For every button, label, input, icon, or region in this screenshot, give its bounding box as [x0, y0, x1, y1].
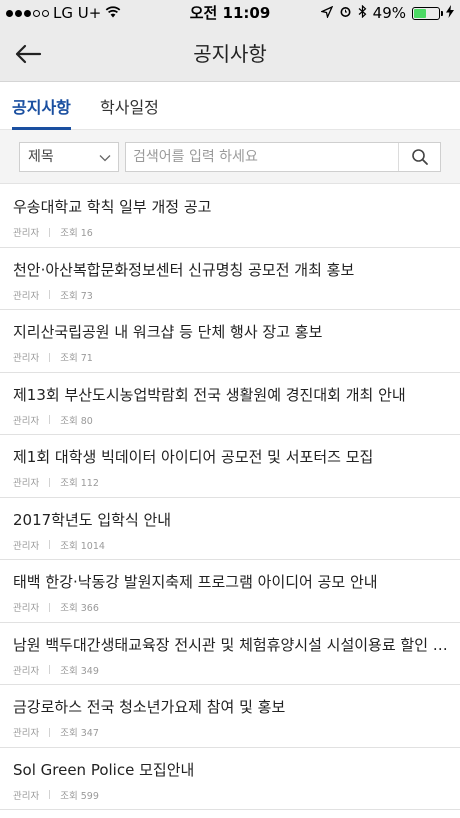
notice-title: 제1회 대학생 빅데이터 아이디어 공모전 및 서포터즈 모집: [13, 448, 374, 466]
tab-notices[interactable]: 공지사항: [12, 82, 71, 130]
notice-meta: 관리자 조회 1014: [13, 538, 105, 552]
notice-author: 관리자: [13, 415, 40, 427]
wifi-icon: [105, 4, 121, 22]
meta-divider: [49, 727, 51, 737]
back-button[interactable]: [10, 36, 46, 72]
notice-meta: 관리자 조회 71: [13, 350, 93, 364]
list-item[interactable]: 제13회 부산도시농업박람회 전국 생활원예 경진대회 개최 안내관리자 조회 8…: [0, 372, 460, 435]
status-right: 49%: [319, 0, 454, 26]
notice-meta: 관리자 조회 112: [13, 475, 99, 489]
signal-icon: [6, 9, 49, 17]
notice-views: 조회 366: [60, 603, 99, 614]
notice-title: 태백 한강·낙동강 발원지축제 프로그램 아이디어 공모 안내: [13, 573, 378, 591]
notice-author: 관리자: [13, 290, 40, 302]
notice-title: 2017학년도 입학식 안내: [13, 510, 172, 529]
search-button[interactable]: [398, 143, 440, 171]
search-icon: [411, 149, 428, 165]
tab-bar: 공지사항 학사일정: [0, 82, 460, 130]
meta-divider: [49, 290, 51, 299]
list-item[interactable]: 지리산국립공원 내 워크샵 등 단체 행사 장고 홍보관리자 조회 71: [0, 310, 460, 373]
carrier-label: LG U+: [53, 4, 102, 22]
nav-header: 공지사항: [0, 26, 460, 82]
battery-icon: [412, 6, 443, 20]
meta-divider: [49, 540, 51, 549]
notice-meta: 관리자 조회 73: [13, 288, 93, 302]
meta-divider: [49, 352, 51, 362]
arrow-left-icon: [15, 44, 42, 64]
notice-title: 남원 백두대간생태교육장 전시관 및 체험휴양시설 시설이용료 할인 …: [13, 635, 448, 654]
notice-views: 조회 599: [60, 790, 99, 802]
list-item[interactable]: 남원 백두대간생태교육장 전시관 및 체험휴양시설 시설이용료 할인 … 관리자 조…: [0, 622, 460, 685]
notice-views: 조회 16: [60, 228, 93, 239]
list-item[interactable]: 제1회 대학생 빅데이터 아이디어 공모전 및 서포터즈 모집관리자 조회 112: [0, 435, 460, 498]
search-bar: 제목: [0, 130, 460, 184]
battery-percent: 49%: [372, 4, 406, 22]
notice-author: 관리자: [13, 603, 40, 614]
bluetooth-icon: [358, 4, 367, 22]
list-item[interactable]: 금강로하스 전국 청소년가요제 참여 및 홍보관리자 조회 347: [0, 685, 460, 748]
list-item[interactable]: 천안·아산복합문화정보센터 신규명칭 공모전 개최 홍보관리자 조회 73: [0, 247, 460, 310]
notice-list: 우송대학교 학칙 일부 개정 공고관리자 조회 16 천안·아산복합문화정보센터 신…: [0, 185, 460, 810]
notice-title: Sol Green Police 모집안내: [13, 760, 195, 779]
notice-author: 관리자: [13, 540, 40, 552]
search-field: [125, 142, 441, 172]
list-item[interactable]: Sol Green Police 모집안내관리자 조회 599: [0, 747, 460, 810]
notice-author: 관리자: [13, 353, 40, 364]
list-item[interactable]: 태백 한강·낙동강 발원지축제 프로그램 아이디어 공모 안내관리자 조회 366: [0, 560, 460, 623]
notice-meta: 관리자 조회 599: [13, 788, 99, 802]
search-category-value: 제목: [28, 149, 54, 165]
charging-icon: [446, 4, 454, 22]
meta-divider: [49, 227, 51, 237]
location-icon: [319, 4, 333, 22]
notice-author: 관리자: [13, 665, 40, 677]
notice-title: 제13회 부산도시농업박람회 전국 생활원예 경진대회 개최 안내: [13, 385, 406, 404]
meta-divider: [49, 415, 51, 424]
meta-divider: [49, 477, 51, 487]
notice-meta: 관리자 조회 16: [13, 225, 93, 239]
status-bar: LG U+ 오전 11:09 49%: [0, 0, 460, 26]
notice-author: 관리자: [13, 790, 40, 802]
notice-meta: 관리자 조회 366: [13, 600, 99, 614]
notice-author: 관리자: [13, 478, 40, 489]
notice-views: 조회 1014: [60, 540, 105, 552]
notice-meta: 관리자 조회 349: [13, 663, 99, 677]
page-title: 공지사항: [193, 42, 267, 66]
meta-divider: [49, 790, 51, 799]
notice-views: 조회 71: [60, 353, 93, 364]
notice-views: 조회 73: [60, 290, 93, 302]
notice-meta: 관리자 조회 80: [13, 413, 93, 427]
meta-divider: [49, 602, 51, 612]
notice-meta: 관리자 조회 347: [13, 725, 99, 739]
notice-views: 조회 347: [60, 728, 99, 739]
status-left: LG U+: [6, 0, 121, 26]
tab-academic-calendar[interactable]: 학사일정: [100, 82, 159, 130]
search-category-select[interactable]: 제목: [19, 142, 119, 172]
list-item[interactable]: 2017학년도 입학식 안내관리자 조회 1014: [0, 497, 460, 560]
notice-views: 조회 80: [60, 415, 93, 427]
notice-title: 우송대학교 학칙 일부 개정 공고: [13, 198, 212, 216]
notice-title: 금강로하스 전국 청소년가요제 참여 및 홍보: [13, 698, 286, 716]
notice-title: 천안·아산복합문화정보센터 신규명칭 공모전 개최 홍보: [13, 260, 355, 279]
notice-title: 지리산국립공원 내 워크샵 등 단체 행사 장고 홍보: [13, 323, 323, 341]
alarm-icon: [339, 4, 352, 22]
meta-divider: [49, 665, 51, 674]
chevron-down-icon: [98, 150, 112, 169]
search-input[interactable]: [126, 143, 398, 171]
notice-views: 조회 349: [60, 665, 99, 677]
notice-views: 조회 112: [60, 478, 99, 489]
list-item[interactable]: 우송대학교 학칙 일부 개정 공고관리자 조회 16: [0, 185, 460, 248]
notice-author: 관리자: [13, 228, 40, 239]
notice-author: 관리자: [13, 728, 40, 739]
